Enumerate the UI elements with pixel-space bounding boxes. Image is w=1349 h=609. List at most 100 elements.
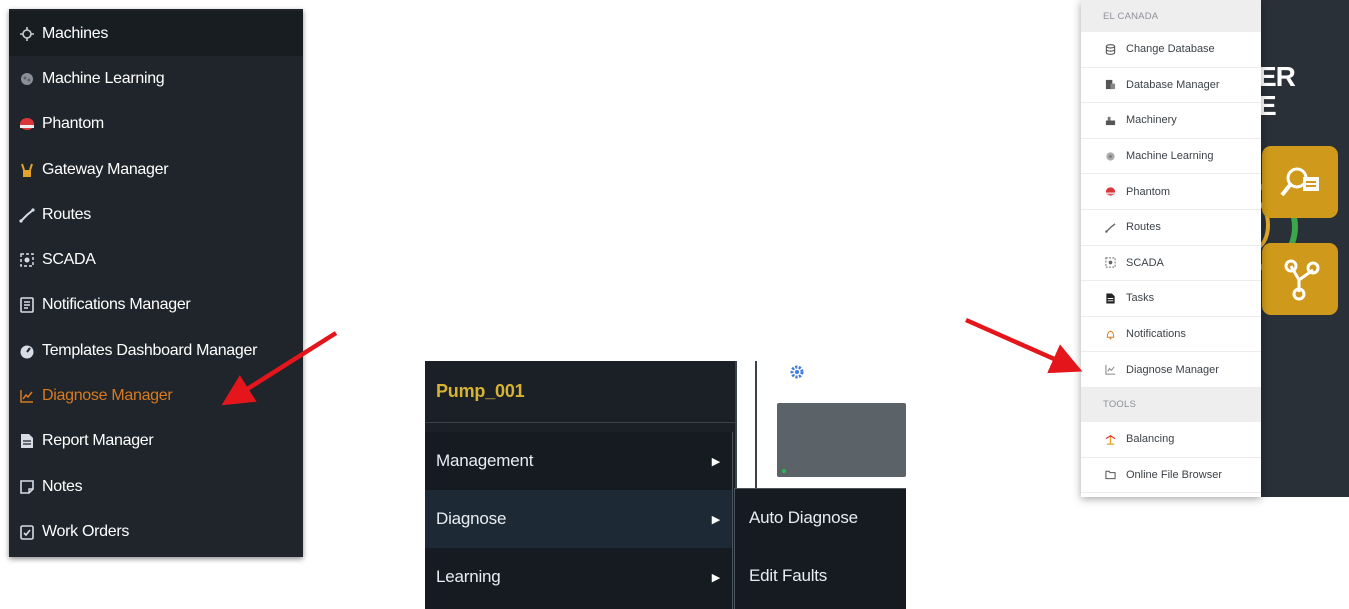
menu-item-diagnose-manager[interactable]: Diagnose Manager [1081,352,1261,388]
machine-context-menu-panel: Pump_001 Management ▶ Diagnose ▶ Learnin… [425,361,906,609]
phantom-icon [18,115,36,133]
templates-icon [18,342,36,360]
menu-item-scada[interactable]: SCADA [1081,246,1261,282]
machinery-icon [1103,113,1117,127]
sidebar-item-label: SCADA [42,251,96,269]
sidebar-item-routes[interactable]: Routes [9,192,303,237]
section-header: TOOLS [1081,387,1261,422]
menu-item-label: Change Database [1126,43,1215,56]
diagnose-submenu: Auto Diagnose Edit Faults [734,488,906,609]
menu-item-notifications[interactable]: Notifications [1081,317,1261,353]
submenu-item-auto-diagnose[interactable]: Auto Diagnose [735,489,906,547]
section-header: EL CANADA [1081,0,1261,32]
bell-icon [1103,327,1117,341]
folder-icon [1103,468,1117,482]
menu-item-balancing[interactable]: Balancing [1081,422,1261,458]
status-dot [782,469,786,473]
sidebar-item-label: Phantom [42,115,104,133]
submenu-item-label: Edit Faults [749,566,828,585]
caret-right-icon: ▶ [711,513,720,526]
sidebar-item-label: Report Manager [42,432,154,450]
sidebar-item-phantom[interactable]: Phantom [9,102,303,147]
menu-item-machinery[interactable]: Machinery [1081,103,1261,139]
menu-item-label: Management [436,451,534,470]
gateway-icon [18,161,36,179]
tasks-icon [1103,291,1117,305]
network-tile[interactable] [1262,243,1338,315]
notifications-icon [18,296,36,314]
network-icon [1284,259,1320,301]
sidebar-item-diagnose-manager[interactable]: Diagnose Manager [9,373,303,418]
menu-item-machine-learning[interactable]: Machine Learning [1081,139,1261,175]
brain-icon [1103,149,1117,163]
balancing-icon [1103,432,1117,446]
menu-item-label: SCADA [1126,256,1164,269]
menu-item-online-file-browser[interactable]: Online File Browser [1081,458,1261,494]
sidebar-item-machine-learning[interactable]: Machine Learning [9,56,303,101]
menu-item-phantom[interactable]: Phantom [1081,174,1261,210]
scada-icon [1103,256,1117,270]
menu-item-learning[interactable]: Learning ▶ [425,548,732,606]
widget-card[interactable] [777,403,906,477]
sidebar-item-label: Machines [42,24,109,42]
menu-item-label: Machinery [1126,114,1177,127]
routes-icon [1103,220,1117,234]
sidebar-item-machines[interactable]: Machines [9,11,303,57]
machines-icon [18,25,36,43]
menu-item-label: Machine Learning [1126,150,1214,163]
diagnose-icon [1103,363,1117,377]
menu-item-label: Phantom [1126,185,1171,198]
sidebar-item-notes[interactable]: Notes [9,464,303,509]
routes-icon [18,206,36,224]
dashboard-preview [771,361,906,481]
gear-icon[interactable] [789,364,805,380]
submenu-item-edit-faults[interactable]: Edit Faults [735,547,906,605]
menu-item-label: Notifications [1126,328,1186,341]
sidebar-item-label: Templates Dashboard Manager [42,341,258,359]
notes-icon [18,478,36,496]
logo-text: ER E [1258,61,1296,121]
sidebar-item-scada[interactable]: SCADA [9,237,303,282]
search-document-icon [1280,167,1319,197]
database-icon [1103,42,1117,56]
logo-line: E [1258,90,1277,121]
database-manager-icon [1103,78,1117,92]
menu-item-routes[interactable]: Routes [1081,210,1261,246]
sidebar-item-report-manager[interactable]: Report Manager [9,419,303,464]
sidebar-item-label: Notifications Manager [42,296,191,314]
menu-item-diagnose[interactable]: Diagnose ▶ [425,490,732,548]
menu-item-label: Learning [436,567,501,586]
menu-item-label: Routes [1126,221,1161,234]
menu-item-management[interactable]: Management ▶ [425,432,732,490]
machine-header[interactable]: Pump_001 [425,361,735,423]
context-menu: Management ▶ Diagnose ▶ Learning ▶ [425,432,733,609]
sidebar-item-notifications-manager[interactable]: Notifications Manager [9,283,303,328]
menu-item-label: Diagnose [436,509,507,528]
brain-icon [18,70,36,88]
red-arrow [965,317,1083,374]
menu-item-database-manager[interactable]: Database Manager [1081,68,1261,104]
sidebar-item-label: Work Orders [42,522,130,540]
sidebar-item-gateway-manager[interactable]: Gateway Manager [9,147,303,192]
report-icon [18,432,36,450]
sidebar-item-work-orders[interactable]: Work Orders [9,509,303,554]
sidebar-item-templates-dashboard-manager[interactable]: Templates Dashboard Manager [9,328,303,373]
dark-sidebar: Machines Machine Learning Phantom Gatewa… [9,9,303,557]
caret-right-icon: ▶ [711,455,720,468]
submenu-item-label: Auto Diagnose [749,508,858,527]
menu-item-tasks[interactable]: Tasks [1081,281,1261,317]
menu-item-label: Online File Browser [1126,468,1222,481]
diagnose-icon [18,387,36,405]
sidebar-item-label: Diagnose Manager [42,387,173,405]
menu-item-label: Tasks [1126,292,1155,305]
sidebar-item-label: Notes [42,477,83,495]
sidebar-item-label: Gateway Manager [42,160,169,178]
scada-icon [18,251,36,269]
menu-item-label: Database Manager [1126,78,1220,91]
machine-title: Pump_001 [436,381,525,401]
menu-item-label: Balancing [1126,433,1175,446]
menu-item-change-database[interactable]: Change Database [1081,32,1261,68]
logo-line: ER [1258,61,1296,92]
sidebar-item-label: Routes [42,205,91,223]
search-tile[interactable] [1262,146,1338,218]
